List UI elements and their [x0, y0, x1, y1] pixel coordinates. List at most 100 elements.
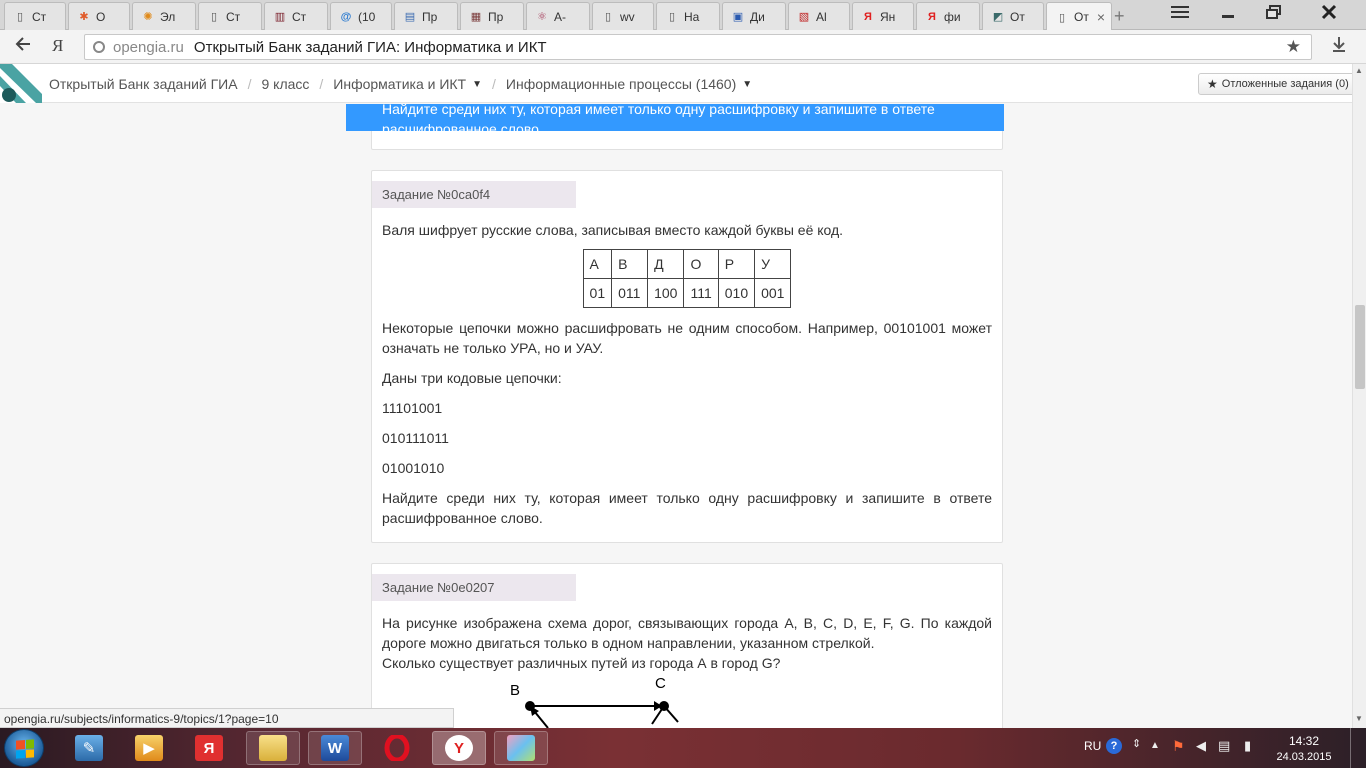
- browser-tab[interactable]: ▯ Ст: [4, 2, 66, 30]
- network-icon[interactable]: ▤: [1218, 738, 1230, 754]
- tab-strip: ▯ Ст ✱ О ✺ Эл ▯ Ст ▥ Ст @ (10 ▤ Пр ▦ Пр ⚛ А- ▯ wv ▯ На ▣ Ди ▧ Al Я…: [0, 0, 1366, 31]
- breadcrumb-subject[interactable]: Информатика и ИКТ: [333, 76, 466, 92]
- taskbar-yandex-browser[interactable]: Y: [432, 731, 486, 765]
- browser-tab[interactable]: ▤ Пр: [394, 2, 458, 30]
- pen-icon[interactable]: ⇕: [1132, 737, 1141, 750]
- taskbar-media[interactable]: ▶: [122, 731, 176, 765]
- breadcrumb-topic[interactable]: Информационные процессы (1460): [506, 76, 736, 92]
- taskbar-paint[interactable]: [494, 731, 548, 765]
- minimize-button[interactable]: [1210, 0, 1246, 24]
- show-hidden-icons[interactable]: ▲: [1150, 740, 1160, 751]
- flag-icon[interactable]: ⚑: [1172, 738, 1185, 755]
- tab-label: Ст: [226, 9, 241, 24]
- scrollbar-thumb[interactable]: [1355, 305, 1365, 389]
- task-header: Задание №0ca0f4: [372, 181, 576, 208]
- start-button[interactable]: [4, 729, 44, 767]
- tab-label: Эл: [160, 9, 176, 24]
- show-desktop-button[interactable]: [1350, 728, 1366, 768]
- page-icon: ▯: [210, 11, 218, 23]
- page-icon: ▯: [16, 11, 24, 23]
- caret-down-icon[interactable]: ▼: [472, 79, 482, 90]
- status-bar: opengia.ru/subjects/informatics-9/topics…: [0, 708, 454, 728]
- close-window-button[interactable]: [1300, 0, 1358, 24]
- browser-tab[interactable]: ▯ Ст: [198, 2, 262, 30]
- caret-down-icon[interactable]: ▼: [742, 79, 752, 90]
- taskbar-yandex[interactable]: Я: [182, 731, 236, 765]
- breadcrumb-grade[interactable]: 9 класс: [261, 76, 309, 92]
- browser-menu-button[interactable]: [1160, 0, 1200, 24]
- taskbar-explorer[interactable]: ✎: [62, 731, 116, 765]
- bookmark-star-icon[interactable]: ★: [1286, 37, 1301, 57]
- breadcrumb-home[interactable]: Открытый Банк заданий ГИА: [49, 76, 238, 92]
- language-indicator[interactable]: RU: [1084, 739, 1101, 753]
- yandex-home-button[interactable]: Я: [52, 36, 63, 56]
- restore-icon: [1266, 5, 1281, 19]
- browser-tab[interactable]: ◩ От: [982, 2, 1044, 30]
- browser-tab[interactable]: Я Ян: [852, 2, 914, 30]
- road-graph: B C: [510, 676, 679, 728]
- taskbar-files[interactable]: [246, 731, 300, 765]
- task-text: Некоторые цепочки можно расшифровать не …: [382, 320, 992, 356]
- page-icon: ▯: [668, 11, 676, 23]
- url-host: opengia.ru: [113, 38, 184, 56]
- downloads-button[interactable]: [1330, 35, 1348, 58]
- vertical-scrollbar[interactable]: ▲ ▼: [1352, 64, 1366, 728]
- tab-label: От: [1010, 9, 1025, 24]
- browser-tab[interactable]: @ (10: [330, 2, 392, 30]
- explorer-icon: ✎: [75, 735, 103, 761]
- browser-tab[interactable]: ✱ О: [68, 2, 130, 30]
- breadcrumb-separator: /: [492, 76, 496, 92]
- browser-tab[interactable]: ▣ Ди: [722, 2, 786, 30]
- hamburger-icon: [1171, 6, 1189, 18]
- tab-label: Пр: [422, 9, 438, 24]
- breadcrumb-separator: /: [319, 76, 324, 92]
- site-info-icon[interactable]: [93, 41, 105, 53]
- power-icon[interactable]: ▮: [1244, 738, 1251, 754]
- browser-tab[interactable]: ▥ Ст: [264, 2, 328, 30]
- yandex-icon: Я: [928, 10, 936, 23]
- tab-label: фи: [944, 9, 961, 24]
- restore-button[interactable]: [1250, 0, 1298, 24]
- close-tab-icon[interactable]: ×: [1097, 9, 1105, 25]
- task-text: Валя шифрует русские слова, записывая вм…: [382, 222, 844, 238]
- taskbar-word[interactable]: W: [308, 731, 362, 765]
- browser-tab[interactable]: ▯ wv: [592, 2, 654, 30]
- url-page-title: Открытый Банк заданий ГИА: Информатика и…: [193, 38, 547, 56]
- system-clock[interactable]: 14:32 24.03.2015: [1272, 733, 1336, 765]
- doc-icon: ▤: [404, 11, 416, 23]
- volume-icon[interactable]: ◀: [1196, 738, 1206, 754]
- back-button[interactable]: [14, 35, 32, 59]
- windows-logo-icon: [16, 739, 34, 759]
- browser-tab[interactable]: ▯ От ×: [1046, 2, 1112, 31]
- tab-label: Ян: [880, 9, 896, 24]
- browser-tab[interactable]: ⚛ А-: [526, 2, 590, 30]
- table-cell: А: [582, 249, 613, 279]
- table-cell: 011: [611, 278, 649, 308]
- logo-icon: ◩: [992, 11, 1004, 23]
- opera-icon: [383, 735, 411, 761]
- download-icon: [1333, 37, 1345, 52]
- site-logo[interactable]: [0, 64, 42, 103]
- new-tab-button[interactable]: +: [1114, 6, 1125, 27]
- task-text: Сколько существует различных путей из го…: [382, 655, 781, 671]
- scroll-up-icon[interactable]: ▲: [1355, 66, 1363, 75]
- cart-icon: ▧: [798, 11, 810, 23]
- browser-tab[interactable]: Яфи: [916, 2, 980, 30]
- taskbar-opera[interactable]: [370, 731, 424, 765]
- browser-tab[interactable]: ▦ Пр: [460, 2, 524, 30]
- postponed-tasks-button[interactable]: ★ Отложенные задания (0): [1198, 73, 1358, 95]
- tab-label: Ст: [292, 9, 307, 24]
- close-icon: [1321, 4, 1337, 20]
- task-card: Задание №0ca0f4 Валя шифрует русские сло…: [371, 170, 1003, 543]
- at-icon: @: [340, 10, 352, 23]
- scroll-down-icon[interactable]: ▼: [1355, 714, 1363, 723]
- browser-tab[interactable]: ▧ Al: [788, 2, 850, 30]
- task-text: Найдите среди них ту, которая имеет толь…: [382, 104, 935, 117]
- code-chain: 010111011: [382, 430, 449, 446]
- browser-tab[interactable]: ▯ На: [656, 2, 720, 30]
- postponed-tasks-label: Отложенные задания (0): [1221, 78, 1349, 90]
- address-bar[interactable]: opengia.ru Открытый Банк заданий ГИА: Ин…: [84, 34, 1312, 60]
- help-icon[interactable]: ?: [1106, 738, 1122, 754]
- browser-tab[interactable]: ✺ Эл: [132, 2, 196, 30]
- task-text: На рисунке изображена схема дорог, связы…: [382, 615, 992, 651]
